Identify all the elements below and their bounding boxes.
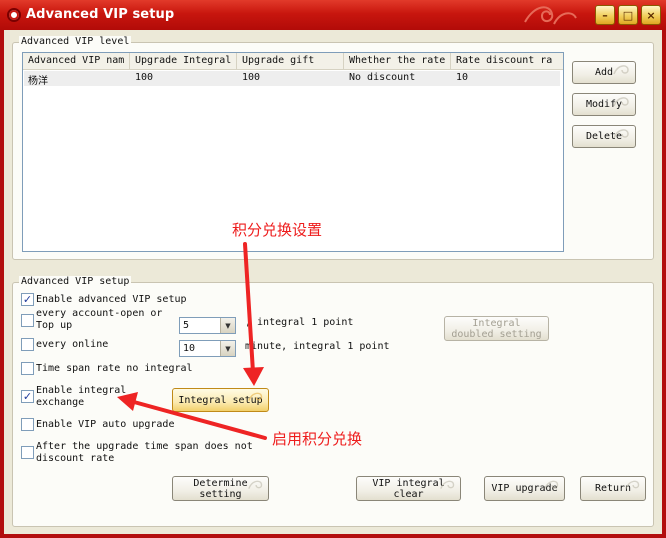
arrow-left-icon (132, 400, 267, 440)
arrow-down-icon (243, 242, 255, 374)
arrow-head-icon (117, 392, 138, 411)
annotation-arrows (117, 242, 267, 440)
arrow-head-icon (243, 367, 264, 386)
